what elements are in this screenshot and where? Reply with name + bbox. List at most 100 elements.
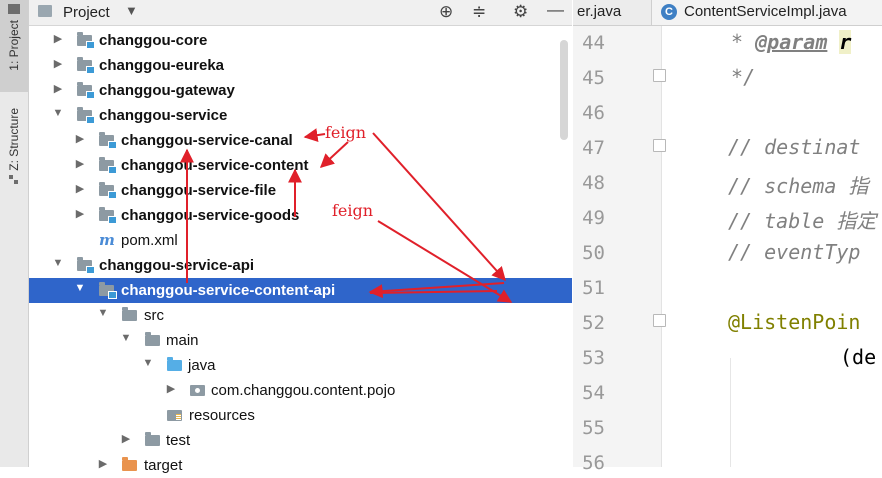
java-class-icon: C bbox=[661, 4, 677, 20]
collapse-arrow-icon[interactable]: ▼ bbox=[142, 357, 154, 369]
tree-item-target[interactable]: ▶ target bbox=[29, 453, 572, 478]
folder-icon bbox=[145, 432, 160, 446]
expand-arrow-icon[interactable]: ▶ bbox=[52, 82, 64, 95]
tree-item-changgou-service-api[interactable]: ▼ changgou-service-api bbox=[29, 253, 572, 278]
tree-item-label: changgou-service-goods bbox=[121, 207, 300, 224]
folder-icon bbox=[122, 307, 137, 321]
structure-tool-label: Z: Structure bbox=[7, 108, 21, 171]
code-line-49: // table 指定 bbox=[728, 209, 877, 233]
tree-item-label: src bbox=[144, 307, 164, 324]
module-folder-icon bbox=[77, 107, 95, 124]
project-folder-icon bbox=[38, 5, 52, 17]
module-folder-icon bbox=[99, 132, 117, 149]
tree-item-label: changgou-service-content bbox=[121, 157, 309, 174]
tree-item-changgou-core[interactable]: ▶ changgou-core bbox=[29, 28, 572, 53]
tree-item-changgou-service-file[interactable]: ▶ changgou-service-file bbox=[29, 178, 572, 203]
line-number: 48 bbox=[582, 172, 605, 194]
tree-item-label: changgou-service-file bbox=[121, 182, 277, 199]
module-folder-icon bbox=[99, 157, 117, 174]
code-line-48: // schema 指 bbox=[728, 174, 869, 198]
line-number: 56 bbox=[582, 452, 605, 474]
expand-arrow-icon[interactable]: ▶ bbox=[120, 432, 132, 445]
line-number: 53 bbox=[582, 347, 605, 369]
locate-icon[interactable]: ⊕ bbox=[439, 2, 453, 22]
collapse-icon[interactable]: ≑ bbox=[472, 2, 486, 22]
expand-arrow-icon[interactable]: ▶ bbox=[74, 207, 86, 220]
gear-icon[interactable]: ⚙ bbox=[513, 2, 528, 22]
tree-item-label: changgou-gateway bbox=[99, 82, 235, 99]
tree-item-java[interactable]: ▼ java bbox=[29, 353, 572, 378]
tree-item-label: changgou-eureka bbox=[99, 57, 225, 74]
tree-item-changgou-service-content[interactable]: ▶ changgou-service-content bbox=[29, 153, 572, 178]
module-folder-icon bbox=[77, 57, 95, 74]
tree-item-changgou-service[interactable]: ▼ changgou-service bbox=[29, 103, 572, 128]
tree-item-label: changgou-service-api bbox=[99, 257, 255, 274]
tree-item-changgou-service-content-api[interactable]: ▼ changgou-service-content-api bbox=[29, 278, 572, 303]
collapse-arrow-icon[interactable]: ▼ bbox=[74, 282, 86, 294]
package-icon bbox=[190, 385, 205, 396]
tree-item-label: changgou-service-canal bbox=[121, 132, 293, 149]
expand-arrow-icon[interactable]: ▶ bbox=[52, 32, 64, 45]
maven-icon: m bbox=[99, 231, 115, 249]
code-line-52: @ListenPoin bbox=[728, 310, 861, 334]
expand-arrow-icon[interactable]: ▶ bbox=[97, 457, 109, 470]
expand-arrow-icon[interactable]: ▶ bbox=[74, 182, 86, 195]
code-area[interactable]: * @param r */ // destinat // schema 指 //… bbox=[663, 26, 882, 467]
tree-item-label: target bbox=[144, 457, 183, 474]
line-number: 51 bbox=[582, 277, 605, 299]
tree-item-changgou-service-canal[interactable]: ▶ changgou-service-canal bbox=[29, 128, 572, 153]
collapse-arrow-icon[interactable]: ▼ bbox=[97, 307, 109, 319]
project-panel-title[interactable]: Project bbox=[63, 4, 110, 21]
code-line-50: // eventTyp bbox=[728, 240, 861, 264]
tree-scrollbar[interactable] bbox=[560, 40, 568, 140]
line-number: 49 bbox=[582, 207, 605, 229]
tree-item-label: main bbox=[166, 332, 199, 349]
annotation-label-feign: feign bbox=[325, 123, 367, 142]
indent-guide bbox=[730, 358, 731, 467]
expand-arrow-icon[interactable]: ▶ bbox=[74, 132, 86, 145]
editor-tab-label: er.java bbox=[577, 3, 622, 20]
line-number: 44 bbox=[582, 32, 605, 54]
source-folder-icon bbox=[167, 357, 182, 371]
code-line-45: */ bbox=[719, 65, 756, 89]
tree-item-changgou-eureka[interactable]: ▶ changgou-eureka bbox=[29, 53, 572, 78]
tree-item-label: changgou-core bbox=[99, 32, 208, 49]
module-folder-icon bbox=[99, 207, 117, 224]
expand-arrow-icon[interactable]: ▶ bbox=[165, 382, 177, 395]
tree-item-test[interactable]: ▶ test bbox=[29, 428, 572, 453]
project-tool-label: 1: Project bbox=[7, 20, 21, 71]
collapse-arrow-icon[interactable]: ▼ bbox=[52, 257, 64, 269]
expand-arrow-icon[interactable]: ▶ bbox=[52, 57, 64, 70]
tree-item-resources[interactable]: resources bbox=[29, 403, 572, 428]
tree-item-src[interactable]: ▼ src bbox=[29, 303, 572, 328]
code-line-47: // destinat bbox=[728, 135, 861, 159]
tree-item-changgou-gateway[interactable]: ▶ changgou-gateway bbox=[29, 78, 572, 103]
editor-tab-label: ContentServiceImpl.java bbox=[684, 3, 847, 20]
module-folder-icon bbox=[77, 82, 95, 99]
line-number: 47 bbox=[582, 137, 605, 159]
tree-item-label: test bbox=[166, 432, 191, 449]
tree-item-main[interactable]: ▼ main bbox=[29, 328, 572, 353]
line-number: 52 bbox=[582, 312, 605, 334]
expand-arrow-icon[interactable]: ▶ bbox=[74, 157, 86, 170]
tree-item-changgou-service-goods[interactable]: ▶ changgou-service-goods bbox=[29, 203, 572, 228]
code-line-44: * @param r bbox=[719, 30, 852, 54]
tree-item-pojo-package[interactable]: ▶ com.changgou.content.pojo bbox=[29, 378, 572, 403]
structure-tool-tab[interactable]: Z: Structure bbox=[0, 108, 28, 185]
collapse-arrow-icon[interactable]: ▼ bbox=[120, 332, 132, 344]
hide-icon[interactable]: — bbox=[547, 0, 564, 20]
tree-item-label: com.changgou.content.pojo bbox=[211, 382, 396, 399]
code-editor: er.java C ContentServiceImpl.java 44 45 … bbox=[573, 0, 882, 474]
project-tree: ▶ changgou-core ▶ changgou-eureka ▶ chan… bbox=[29, 28, 572, 474]
code-line-53: (de bbox=[840, 345, 877, 369]
project-panel: Project ▼ ⊕ ≑ ⚙ — ▶ changgou-core ▶ chan… bbox=[29, 0, 572, 474]
line-number: 50 bbox=[582, 242, 605, 264]
project-panel-header: Project ▼ ⊕ ≑ ⚙ — bbox=[29, 0, 572, 26]
view-dropdown-icon[interactable]: ▼ bbox=[125, 3, 138, 18]
project-tool-tab[interactable]: 1: Project bbox=[0, 0, 28, 92]
tree-item-pom-xml[interactable]: m pom.xml bbox=[29, 228, 572, 253]
module-folder-icon bbox=[99, 282, 117, 299]
collapse-arrow-icon[interactable]: ▼ bbox=[52, 107, 64, 119]
tree-item-label: java bbox=[188, 357, 216, 374]
editor-tab-contentserviceimpl[interactable]: C ContentServiceImpl.java bbox=[651, 0, 882, 25]
